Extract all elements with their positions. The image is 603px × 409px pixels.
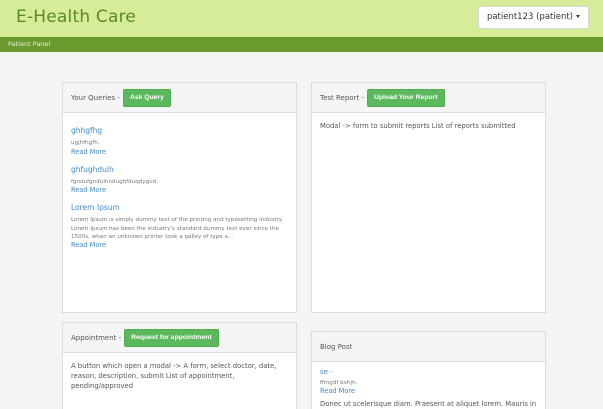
patient-panel-label[interactable]: Patient Panel	[8, 40, 50, 48]
query-item: Lorem Ipsum Lorem Ipsum is simply dummy …	[71, 202, 288, 251]
query-text: ugjhfhgfh.	[71, 140, 100, 147]
brand-title[interactable]: E-Health Care	[16, 7, 136, 27]
queries-heading: Your Queries -	[71, 93, 120, 102]
blog-item: se - ffmgdf bvhjh. Read More	[320, 367, 537, 397]
appointment-header: Appointment - Request for appointment	[63, 323, 296, 353]
top-navbar: E-Health Care patient123 (patient)	[0, 0, 603, 37]
query-title[interactable]: ghhgfhg	[71, 125, 288, 136]
test-report-header: Test Report - Upload Your Report	[312, 83, 545, 113]
appointment-heading: Appointment -	[71, 333, 122, 342]
appointment-panel: Appointment - Request for appointment A …	[62, 322, 297, 409]
sub-navbar: Patient Panel	[0, 37, 603, 52]
test-report-panel: Test Report - Upload Your Report Modal -…	[311, 82, 546, 313]
read-more-link[interactable]: Read More	[320, 387, 537, 397]
query-text: Lorem Ipsum is simply dummy text of the …	[71, 217, 283, 241]
queries-list: ghhgfhg ugjhfhgfh. Read More ghfughduih …	[63, 113, 296, 265]
read-more-link[interactable]: Read More	[71, 186, 288, 196]
blog-list: se - ffmgdf bvhjh. Read More Donec ut sc…	[312, 362, 545, 409]
user-menu-button[interactable]: patient123 (patient)	[477, 6, 589, 29]
queries-panel-header: Your Queries - Ask Query	[63, 83, 296, 113]
blog-snippet: Donec ut scelerisque diam. Praesent at a…	[320, 399, 537, 408]
blog-heading: Blog Post	[320, 342, 353, 351]
query-text: fgndufgnduihndughfduqdygud.	[71, 178, 159, 185]
blog-header: Blog Post	[312, 332, 545, 362]
blog-panel: Blog Post se - ffmgdf bvhjh. Read More D…	[311, 331, 546, 409]
query-title[interactable]: Lorem Ipsum	[71, 202, 288, 213]
queries-panel: Your Queries - Ask Query ghhgfhg ugjhfhg…	[62, 82, 297, 313]
query-item: ghfughduih fgndufgnduihndughfduqdygud. R…	[71, 164, 288, 197]
blog-title[interactable]: se -	[320, 367, 537, 378]
appointment-body: A button which open a modal -> A form, s…	[71, 362, 277, 391]
upload-report-button[interactable]: Upload Your Report	[366, 88, 445, 107]
query-title[interactable]: ghfughduih	[71, 164, 288, 175]
query-item: ghhgfhg ugjhfhgfh. Read More	[71, 125, 288, 158]
read-more-link[interactable]: Read More	[71, 148, 288, 158]
test-report-heading: Test Report -	[320, 93, 364, 102]
user-menu-label: patient123 (patient)	[486, 12, 573, 22]
test-report-body: Modal -> form to submit reports List of …	[320, 122, 516, 130]
ask-query-button[interactable]: Ask Query	[122, 88, 171, 107]
chevron-down-icon	[576, 15, 580, 18]
blog-text: ffmgdf bvhjh.	[320, 379, 358, 386]
read-more-link[interactable]: Read More	[71, 241, 288, 251]
request-appointment-button[interactable]: Request for appointment	[124, 328, 219, 347]
